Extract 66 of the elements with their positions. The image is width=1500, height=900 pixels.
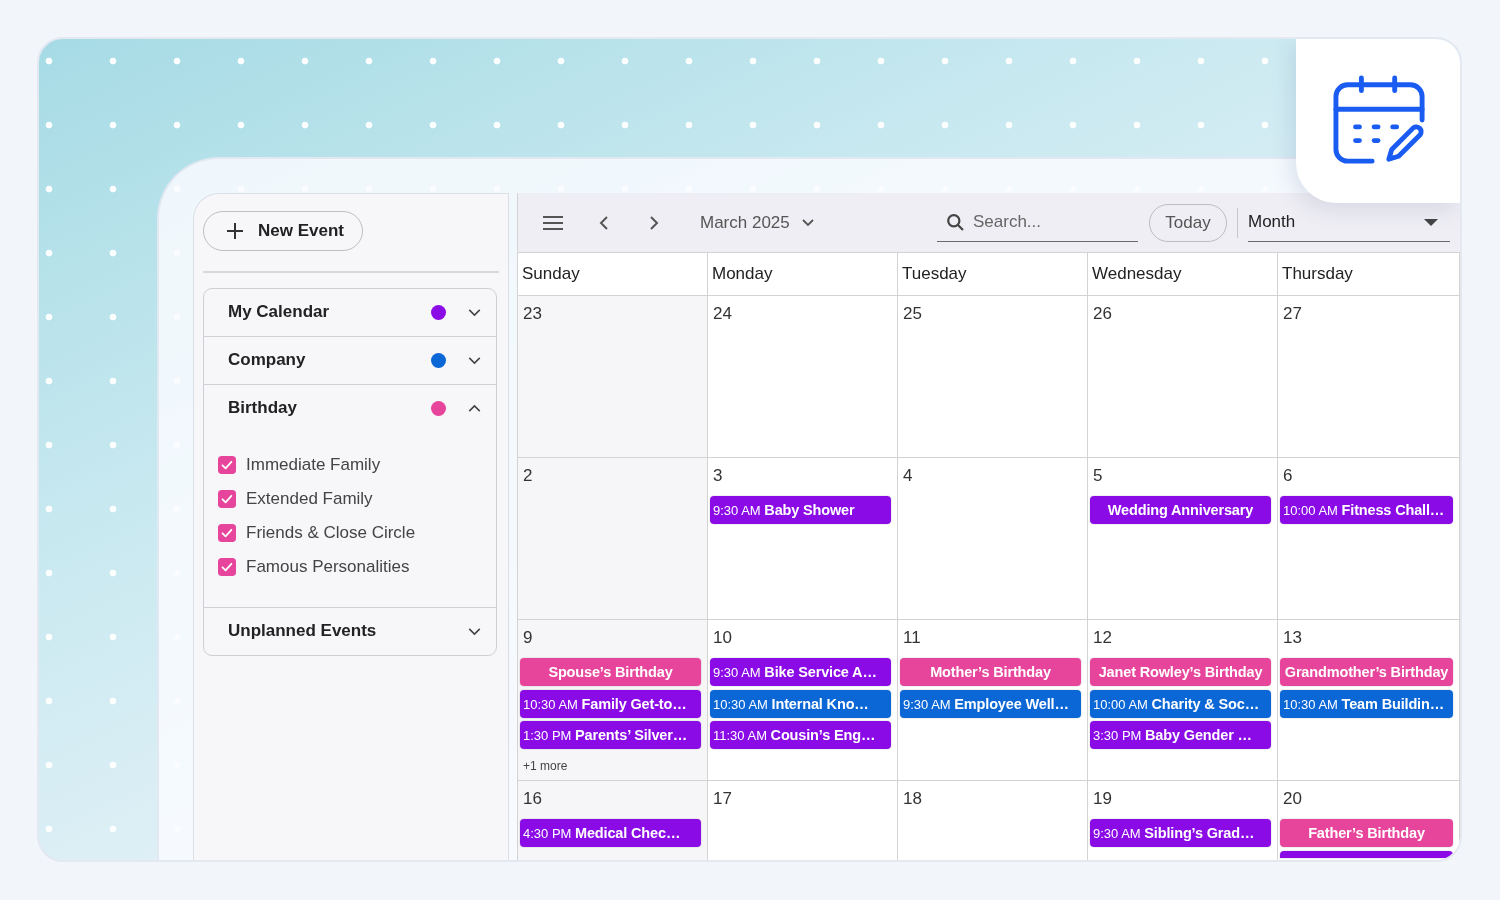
event-chip[interactable]: Grandmother’s Birthday xyxy=(1280,658,1453,686)
day-number: 26 xyxy=(1093,303,1112,325)
day-number: 3 xyxy=(713,465,723,487)
caret-down-icon xyxy=(801,219,814,226)
chevron-up-icon[interactable] xyxy=(468,404,481,412)
chevron-down-icon[interactable] xyxy=(468,356,481,364)
day-number: 23 xyxy=(523,303,542,325)
chevron-right-icon[interactable] xyxy=(650,215,658,230)
event-chip[interactable]: Janet Rowley’s Birthday xyxy=(1090,658,1271,686)
search-icon xyxy=(947,213,964,231)
dropdown-arrow-icon xyxy=(1424,218,1438,226)
day-number: 20 xyxy=(1283,788,1302,810)
day-number: 24 xyxy=(713,303,732,325)
calendar-name[interactable]: Birthday xyxy=(228,398,431,418)
checkbox[interactable] xyxy=(218,557,236,576)
event-chip[interactable]: 3:30 PM Baby Gender … xyxy=(1090,721,1271,749)
calendar-name[interactable]: My Calendar xyxy=(228,302,431,322)
checkbox[interactable] xyxy=(218,489,236,508)
event-chip[interactable]: 11:30 AM Cousin’s Eng… xyxy=(710,721,891,749)
chevron-down-icon[interactable] xyxy=(468,308,481,316)
day-number: 17 xyxy=(713,788,732,810)
plus-icon xyxy=(226,222,244,240)
event-chip[interactable]: 9:30 AM Bike Service A… xyxy=(710,658,891,686)
day-number: 13 xyxy=(1283,627,1302,649)
calendar-name[interactable]: Unplanned Events xyxy=(228,621,468,641)
day-number: 11 xyxy=(903,627,921,649)
event-chip[interactable]: 1:30 PM Parents’ Silver… xyxy=(520,721,701,749)
day-number: 5 xyxy=(1093,465,1103,487)
event-chip[interactable]: 9:30 AM Employee Well… xyxy=(900,689,1081,718)
event-chip[interactable]: 10:30 AM Team Buildin… xyxy=(1280,689,1453,718)
event-chip[interactable]: 10:00 AM Charity & Soc… xyxy=(1090,689,1271,718)
more-link[interactable]: +1 more xyxy=(523,758,568,773)
event-chip[interactable]: 4:30 PM Medical Chec… xyxy=(520,819,701,847)
event-chip[interactable]: 10:30 AM Family Get-to… xyxy=(520,689,701,718)
search-field[interactable]: Search... xyxy=(937,203,1138,242)
calendar-name[interactable]: Company xyxy=(228,350,431,370)
day-number: 18 xyxy=(903,788,922,810)
event-chip[interactable]: 10:00 AM Fitness Chall… xyxy=(1280,496,1453,524)
filter-label: Famous Personalities xyxy=(246,556,410,577)
day-number: 6 xyxy=(1283,465,1293,487)
day-number: 19 xyxy=(1093,788,1112,810)
filter-label: Extended Family xyxy=(246,488,373,509)
event-chip[interactable]: Wedding Anniversary xyxy=(1090,496,1271,524)
day-number: 16 xyxy=(523,788,542,810)
day-number: 12 xyxy=(1093,627,1112,649)
day-number: 4 xyxy=(903,465,913,487)
chevron-left-icon[interactable] xyxy=(600,215,608,230)
event-chip[interactable]: 10:30 AM Internal Kno… xyxy=(710,689,891,718)
day-number: 25 xyxy=(903,303,922,325)
day-number: 9 xyxy=(523,627,533,649)
checkbox[interactable] xyxy=(218,455,236,474)
event-chip[interactable]: Spouse’s Birthday xyxy=(520,658,701,686)
day-number: 2 xyxy=(523,465,533,487)
event-chip[interactable]: Father’s Birthday xyxy=(1280,819,1453,847)
checkbox[interactable] xyxy=(218,523,236,542)
day-number: 27 xyxy=(1283,303,1302,325)
event-chip[interactable] xyxy=(1280,850,1453,858)
menu-icon[interactable] xyxy=(543,215,563,230)
event-chip[interactable]: Mother’s Birthday xyxy=(900,658,1081,686)
filter-label: Friends & Close Circle xyxy=(246,522,416,543)
event-chip[interactable]: 9:30 AM Baby Shower xyxy=(710,496,891,524)
event-chip[interactable]: 9:30 AM Sibling’s Grad… xyxy=(1090,819,1271,847)
chevron-down-icon[interactable] xyxy=(468,627,481,635)
day-number: 10 xyxy=(713,627,732,649)
filter-label: Immediate Family xyxy=(246,454,381,475)
month-picker-button[interactable]: March 2025 xyxy=(700,212,814,233)
